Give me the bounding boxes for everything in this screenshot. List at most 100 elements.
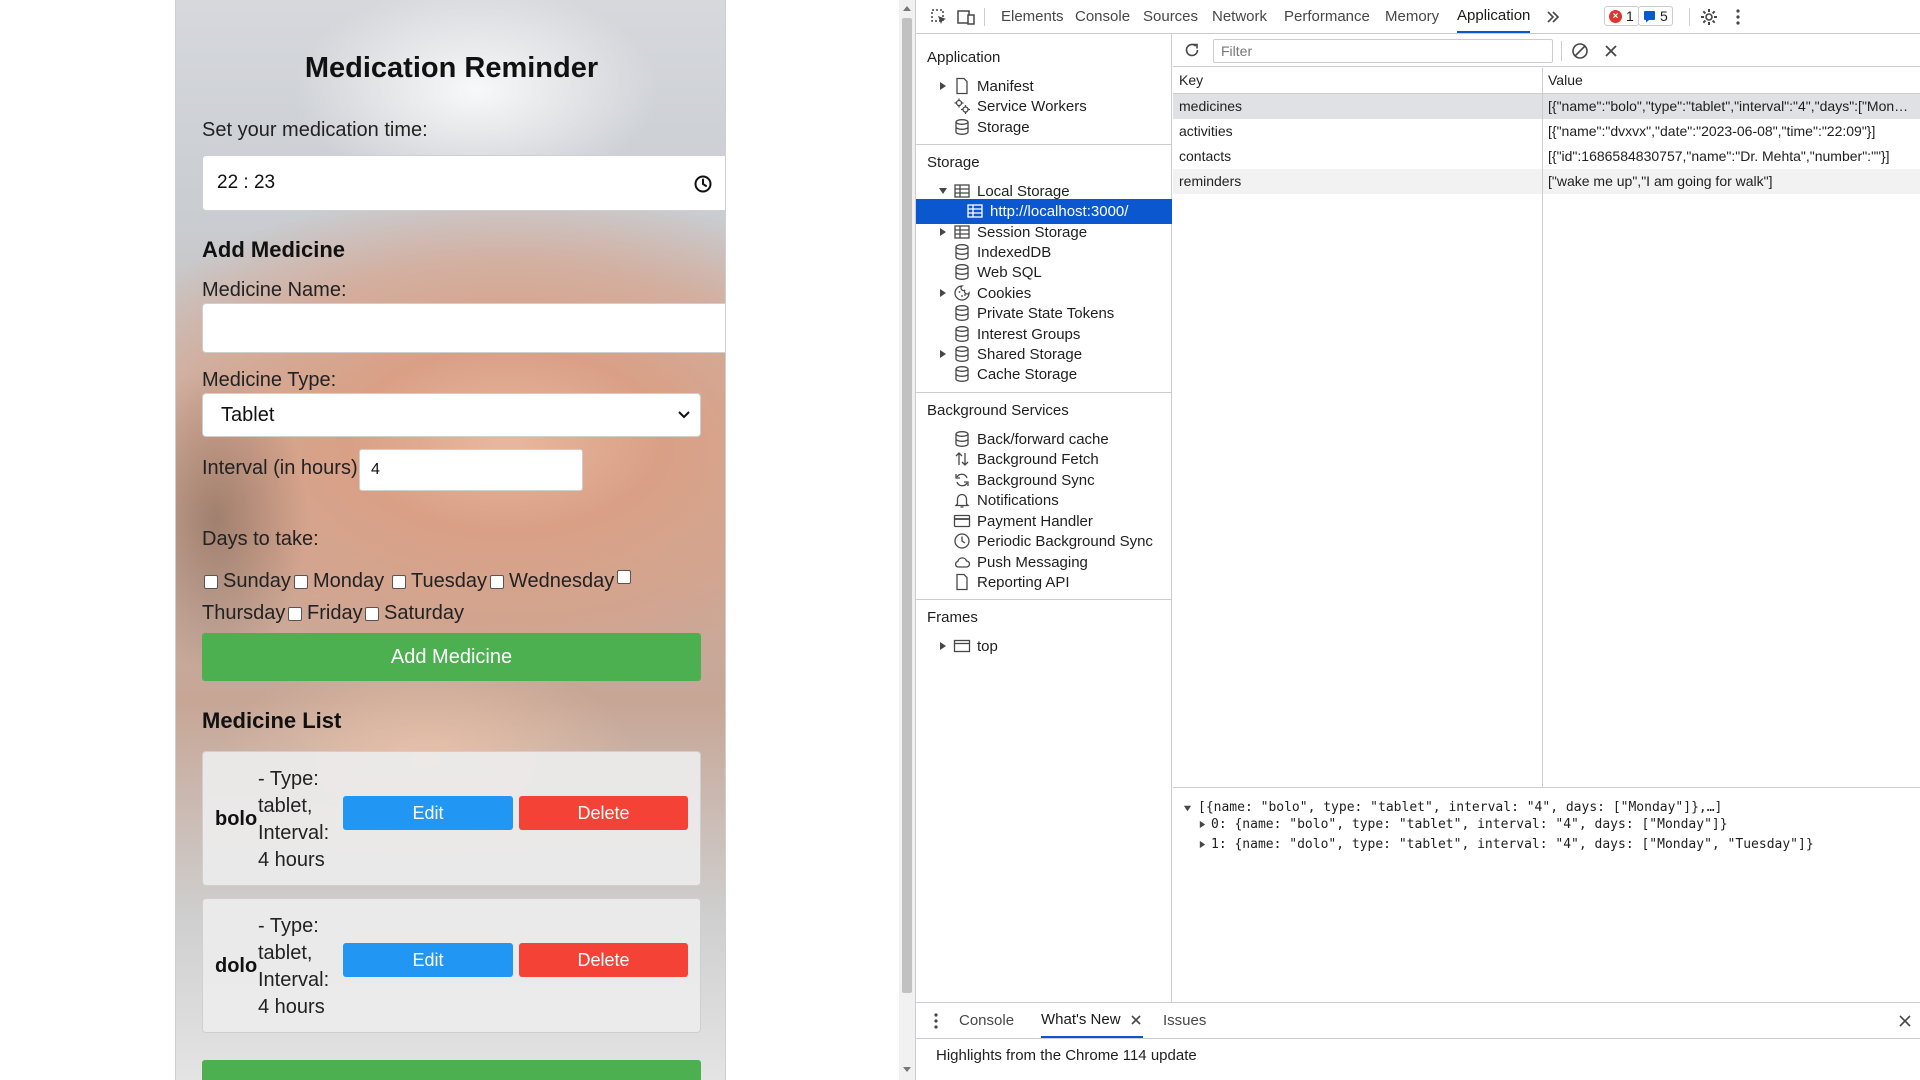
column-divider[interactable]	[1542, 68, 1543, 787]
day-checkbox-friday[interactable]: Friday	[288, 602, 363, 625]
checkbox[interactable]	[490, 574, 504, 589]
delete-button[interactable]: Delete	[519, 796, 688, 830]
checkbox[interactable]	[294, 574, 308, 589]
day-checkbox-tuesday[interactable]: Tuesday	[392, 570, 487, 593]
interval-input[interactable]: 4	[359, 449, 583, 491]
day-checkbox-sunday[interactable]: Sunday	[204, 570, 291, 593]
day-checkbox-monday[interactable]: Monday	[294, 570, 384, 593]
expand-arrow-icon[interactable]	[938, 81, 948, 91]
sidebar-header-storage: Storage	[927, 154, 980, 171]
scroll-down-arrow-icon[interactable]	[903, 1065, 911, 1073]
page-scrollbar[interactable]	[899, 0, 915, 1080]
day-checkbox-saturday[interactable]: Saturday	[365, 602, 464, 625]
day-checkbox-thursday-box[interactable]	[617, 570, 636, 584]
add-medicine-button[interactable]: Add Medicine	[202, 633, 701, 681]
medication-app: Medication Reminder Set your medication …	[175, 0, 726, 1080]
scrollbar-thumb[interactable]	[902, 18, 912, 993]
tab-memory[interactable]: Memory	[1385, 0, 1439, 33]
preview-root: [{name: "bolo", type: "tablet", interval…	[1198, 800, 1723, 815]
close-tab-icon[interactable]	[1129, 1013, 1143, 1027]
device-toolbar-icon[interactable]	[956, 7, 976, 27]
inspect-element-icon[interactable]	[929, 7, 949, 27]
sidebar-item-frame-top[interactable]: top	[916, 634, 1172, 659]
more-options-icon[interactable]	[1728, 7, 1748, 27]
sidebar-item-label: Cache Storage	[977, 366, 1078, 383]
tab-performance[interactable]: Performance	[1284, 0, 1370, 33]
tab-console[interactable]: Console	[1075, 0, 1130, 33]
medicine-details: - Type: tablet, Interval: 4 hours	[258, 768, 330, 871]
sidebar-item-label: Manifest	[977, 78, 1034, 95]
refresh-icon[interactable]	[1182, 40, 1202, 60]
message-count: 5	[1660, 8, 1668, 24]
delete-button[interactable]: Delete	[519, 943, 688, 977]
table-row[interactable]: reminders ["wake me up","I am going for …	[1173, 169, 1920, 194]
table-row[interactable]: contacts [{"id":1686584830757,"name":"Dr…	[1173, 144, 1920, 169]
table-row[interactable]: activities [{"name":"dvxvx","date":"2023…	[1173, 119, 1920, 144]
drawer-tab-console[interactable]: Console	[959, 1003, 1014, 1038]
drawer-menu-icon[interactable]	[928, 1012, 944, 1030]
column-header-value[interactable]: Value	[1548, 72, 1583, 88]
edit-button[interactable]: Edit	[343, 943, 513, 977]
expand-arrow-icon[interactable]	[938, 349, 948, 359]
divider	[916, 144, 1172, 145]
collapse-arrow-icon[interactable]	[1183, 804, 1192, 813]
medicine-type-select[interactable]: Tablet	[202, 393, 701, 437]
close-drawer-icon[interactable]	[1898, 1014, 1912, 1028]
sidebar-item-label: Background Fetch	[977, 451, 1099, 468]
medicine-name-label: Medicine Name:	[202, 279, 347, 301]
table-row[interactable]: medicines [{"name":"bolo","type":"tablet…	[1173, 94, 1920, 119]
expand-arrow-icon[interactable]	[1198, 840, 1207, 849]
value-preview: [{name: "bolo", type: "tablet", interval…	[1173, 787, 1920, 1038]
time-input[interactable]: 22 : 23	[202, 155, 725, 211]
error-badge[interactable]: × 1	[1604, 6, 1639, 26]
settings-gear-icon[interactable]	[1699, 7, 1719, 27]
expand-arrow-icon[interactable]	[938, 227, 948, 237]
day-label: Saturday	[384, 602, 465, 624]
clear-all-icon[interactable]	[1570, 41, 1590, 61]
checkbox[interactable]	[204, 574, 218, 589]
tab-application[interactable]: Application	[1457, 0, 1531, 33]
sidebar-header-frames: Frames	[927, 609, 978, 626]
sidebar-header-application: Application	[927, 49, 1001, 66]
drawer-tab-whats-new[interactable]: What's New	[1041, 1003, 1143, 1038]
sidebar-item-reporting-api[interactable]: Reporting API	[916, 570, 1172, 595]
table-header: Key Value	[1173, 68, 1920, 94]
bell-icon	[954, 493, 970, 508]
filter-input[interactable]: Filter	[1213, 39, 1553, 63]
database-icon	[955, 244, 969, 260]
frame-icon	[953, 639, 971, 653]
sidebar-item-label: IndexedDB	[977, 244, 1052, 261]
message-badge[interactable]: 5	[1638, 6, 1673, 26]
day-checkbox-wednesday[interactable]: Wednesday	[490, 570, 614, 593]
day-label: Tuesday	[411, 570, 487, 592]
database-icon	[955, 346, 969, 362]
edit-button[interactable]: Edit	[343, 796, 513, 830]
delete-selected-icon[interactable]	[1601, 41, 1621, 61]
drawer-tab-issues[interactable]: Issues	[1163, 1003, 1206, 1038]
sidebar-item-cache-storage[interactable]: Cache Storage	[916, 362, 1172, 387]
download-button[interactable]	[202, 1060, 701, 1080]
checkbox[interactable]	[392, 574, 406, 589]
file-icon	[956, 77, 968, 95]
checkbox[interactable]	[617, 570, 631, 584]
expand-arrow-icon[interactable]	[938, 288, 948, 298]
chevron-down-icon	[678, 411, 690, 419]
expand-arrow-icon[interactable]	[1198, 820, 1207, 829]
checkbox[interactable]	[288, 606, 302, 621]
cell-key: activities	[1179, 123, 1233, 139]
cell-key: contacts	[1179, 148, 1232, 164]
more-tabs-icon[interactable]	[1543, 7, 1563, 27]
tab-network[interactable]: Network	[1212, 0, 1267, 33]
database-icon	[955, 366, 969, 382]
column-header-key[interactable]: Key	[1179, 72, 1203, 88]
clock-icon[interactable]	[693, 174, 713, 194]
expand-arrow-icon[interactable]	[938, 641, 948, 651]
medicine-name-input[interactable]	[202, 303, 725, 353]
tab-elements[interactable]: Elements	[1001, 0, 1064, 33]
checkbox[interactable]	[365, 606, 379, 621]
scroll-up-arrow-icon[interactable]	[903, 5, 911, 13]
collapse-arrow-icon[interactable]	[938, 186, 948, 196]
tab-sources[interactable]: Sources	[1143, 0, 1198, 33]
sidebar-item-storage[interactable]: Storage	[916, 115, 1172, 140]
sidebar-item-label: Interest Groups	[977, 326, 1081, 343]
